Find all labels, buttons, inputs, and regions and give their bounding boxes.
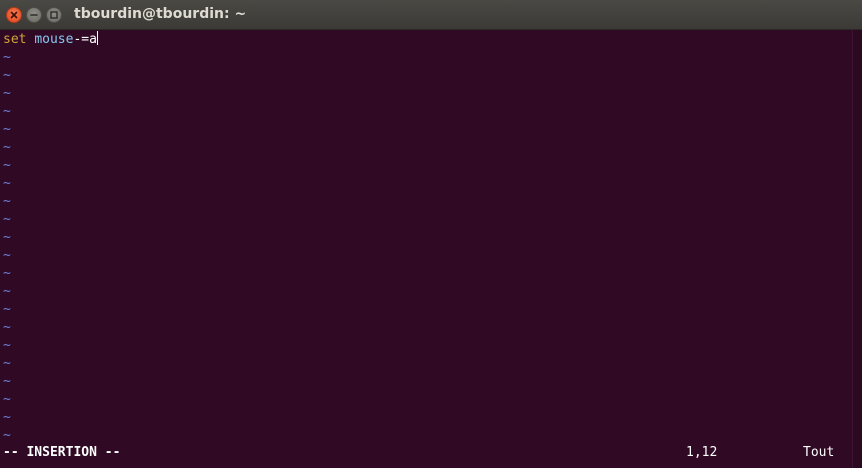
mode-indicator: -- INSERTION -- (3, 445, 121, 460)
empty-line-marker: ~ (3, 410, 11, 425)
empty-line-marker: ~ (3, 284, 11, 299)
maximize-icon (50, 11, 58, 19)
window-title: tbourdin@tbourdin: ~ (74, 6, 247, 22)
empty-line-marker: ~ (3, 248, 11, 263)
empty-line-marker: ~ (3, 122, 11, 137)
empty-line-marker: ~ (3, 68, 11, 83)
empty-line-marker: ~ (3, 230, 11, 245)
code-line-1[interactable]: set mouse-=a (3, 31, 98, 49)
operator-token: -= (73, 32, 90, 47)
empty-line-marker: ~ (3, 338, 11, 353)
option-token: mouse (34, 32, 74, 47)
close-icon (10, 11, 18, 19)
cursor-position: 1,12 (686, 445, 718, 460)
empty-line-marker: ~ (3, 302, 11, 317)
empty-line-marker: ~ (3, 140, 11, 155)
empty-line-marker: ~ (3, 50, 11, 65)
empty-line-marker: ~ (3, 320, 11, 335)
scrollbar[interactable] (852, 30, 862, 468)
maximize-button[interactable] (46, 7, 62, 23)
text-cursor (96, 31, 98, 45)
empty-line-marker: ~ (3, 104, 11, 119)
vim-editor-area[interactable]: set mouse-=a ~ ~ ~ ~ ~ ~ ~ ~ ~ ~ ~ ~ ~ ~ ~ ~ ~ ~ ~ ~ ~ ~ (0, 30, 852, 468)
close-button[interactable] (6, 7, 22, 23)
minimize-icon (30, 14, 38, 16)
empty-line-marker: ~ (3, 212, 11, 227)
value-token: a (89, 32, 97, 47)
empty-line-marker: ~ (3, 86, 11, 101)
title-bar[interactable]: tbourdin@tbourdin: ~ (0, 0, 862, 30)
empty-line-marker: ~ (3, 266, 11, 281)
empty-line-marker: ~ (3, 356, 11, 371)
empty-line-marker: ~ (3, 428, 11, 443)
minimize-button[interactable] (26, 7, 42, 23)
empty-line-marker: ~ (3, 374, 11, 389)
terminal-window: tbourdin@tbourdin: ~ set mouse-=a ~ ~ ~ ~ ~ ~… (0, 0, 862, 468)
empty-line-marker: ~ (3, 176, 11, 191)
empty-line-marker: ~ (3, 158, 11, 173)
keyword-token: set (3, 32, 27, 47)
empty-line-marker: ~ (3, 392, 11, 407)
empty-line-marker: ~ (3, 194, 11, 209)
scroll-position: Tout (803, 445, 835, 460)
